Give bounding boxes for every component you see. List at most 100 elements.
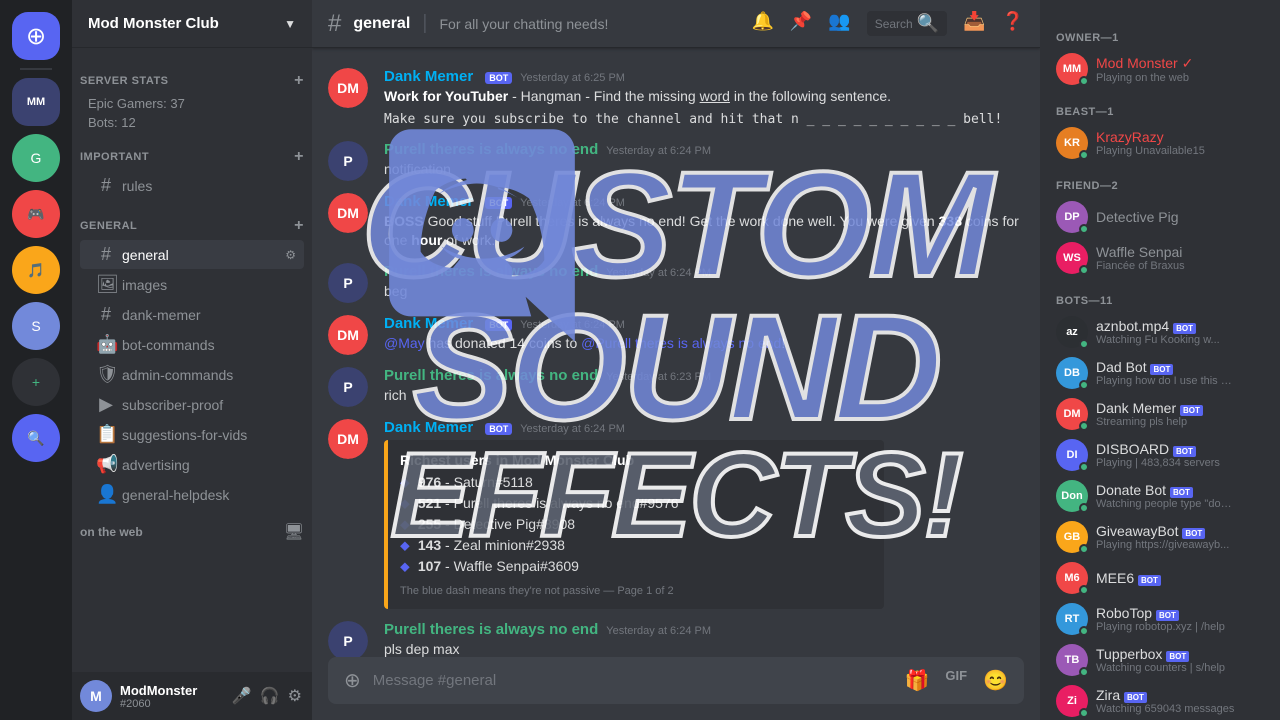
message-row: DM Dank Memer BOT Yesterday at 6:25 PM W…: [312, 64, 1040, 133]
attach-file-icon[interactable]: ⊕: [340, 657, 365, 704]
server-icon-2[interactable]: G: [12, 134, 60, 182]
member-activity: Watching 659043 messages: [1096, 703, 1236, 715]
members-sidebar: OWNER—1 MM Mod Monster ✓ Playing on the …: [1040, 0, 1280, 720]
on-the-web-section[interactable]: on the web 🖥: [72, 510, 312, 546]
member-name: Dank Memer BOT: [1096, 400, 1264, 416]
search-box[interactable]: Search 🔍: [867, 11, 947, 36]
message-avatar: P: [328, 367, 368, 407]
add-important-icon[interactable]: +: [294, 148, 304, 166]
member-detective-pig[interactable]: DP Detective Pig: [1048, 197, 1272, 237]
channel-helpdesk[interactable]: 👤 general-helpdesk: [80, 480, 304, 509]
message-header: Purell theres is always no end Yesterday…: [384, 367, 1024, 384]
message-timestamp: Yesterday at 6:25 PM: [520, 72, 625, 84]
member-name: RoboTop BOT: [1096, 605, 1264, 621]
add-channel-icon[interactable]: +: [294, 72, 304, 90]
member-avatar: KR: [1056, 127, 1088, 159]
gift-icon[interactable]: 🎁: [901, 664, 934, 697]
member-activity: Fiancée of Braxus: [1096, 260, 1236, 272]
message-input-actions: 🎁 GIF 😊: [901, 664, 1012, 697]
channel-general[interactable]: # general ⚙: [80, 240, 304, 269]
embed-item: ⬥ 143 - Zeal minion#2938: [400, 535, 872, 556]
footer-tag: #2060: [120, 698, 222, 710]
message-author: Dank Memer: [384, 68, 473, 85]
message-header: Purell theres is always no end Yesterday…: [384, 263, 1024, 280]
discord-home-button[interactable]: ⊕: [12, 12, 60, 60]
member-activity: Watching counters | s/help: [1096, 662, 1236, 674]
member-mod-monster[interactable]: MM Mod Monster ✓ Playing on the web: [1048, 49, 1272, 89]
member-tupperbox[interactable]: TB Tupperbox BOT Watching counters | s/h…: [1048, 640, 1272, 680]
bot-tag: BOT: [485, 197, 512, 209]
member-name: GiveawayBot BOT: [1096, 523, 1264, 539]
member-info: GiveawayBot BOT Playing https://giveaway…: [1096, 523, 1264, 551]
add-general-icon[interactable]: +: [294, 217, 304, 235]
server-icon-4[interactable]: 🎵: [12, 246, 60, 294]
server-icon-6[interactable]: +: [12, 358, 60, 406]
add-web-icon[interactable]: 🖥: [284, 522, 304, 542]
deafen-icon[interactable]: 🎧: [258, 684, 282, 708]
help-icon[interactable]: ❓: [1002, 11, 1024, 36]
member-mee6[interactable]: M6 MEE6 BOT: [1048, 558, 1272, 598]
embed-coins: 143 - Zeal minion#2938: [418, 537, 565, 553]
member-donate-bot[interactable]: Don Donate Bot BOT Watching people type …: [1048, 476, 1272, 516]
channel-settings-icon[interactable]: ⚙: [285, 248, 296, 262]
channel-advertising[interactable]: 📢 advertising: [80, 450, 304, 479]
server-icon-5[interactable]: S: [12, 302, 60, 350]
status-indicator: [1079, 462, 1089, 472]
hash-icon: #: [96, 175, 116, 196]
diamond-icon: ⬥: [400, 516, 410, 533]
server-icon-mod-monster[interactable]: MM: [12, 78, 60, 126]
header-actions: 🔔 📌 👥 Search 🔍 📥 ❓: [751, 11, 1024, 36]
member-zira[interactable]: Zi Zira BOT Watching 659043 messages: [1048, 681, 1272, 720]
message-content: Dank Memer BOT Yesterday at 6:25 PM Work…: [384, 68, 1024, 129]
member-avatar: DM: [1056, 398, 1088, 430]
server-icon-7[interactable]: 🔍: [12, 414, 60, 462]
avatar-circle: DM: [328, 193, 368, 233]
channel-images[interactable]: 🖼 images: [80, 270, 304, 299]
member-dad-bot[interactable]: DB Dad Bot BOT Playing how do I use this…: [1048, 353, 1272, 393]
channel-admin-commands[interactable]: 🛡 admin-commands: [80, 360, 304, 389]
message-input[interactable]: [373, 661, 893, 700]
member-name: Mod Monster ✓: [1096, 55, 1264, 72]
member-disboard[interactable]: DI DISBOARD BOT Playing | 483,834 server…: [1048, 435, 1272, 475]
settings-icon[interactable]: ⚙: [286, 684, 304, 708]
server-icon-3[interactable]: 🎮: [12, 190, 60, 238]
pin-icon[interactable]: 📌: [790, 11, 812, 36]
message-header: Dank Memer BOT Yesterday at 6:25 PM: [384, 68, 1024, 85]
message-input-box: ⊕ 🎁 GIF 😊: [328, 657, 1024, 704]
gif-icon[interactable]: GIF: [941, 664, 971, 697]
member-aznbot[interactable]: az aznbot.mp4 BOT Watching Fu Kooking w.…: [1048, 312, 1272, 352]
message-avatar: DM: [328, 193, 368, 233]
member-activity: Playing Unavailable15: [1096, 145, 1236, 157]
inbox-icon[interactable]: 📥: [963, 11, 985, 36]
member-krazy[interactable]: KR KrazyRazy Playing Unavailable15: [1048, 123, 1272, 163]
bots-stat: Bots: 12: [72, 113, 312, 132]
server-header[interactable]: Mod Monster Club ▼: [72, 0, 312, 48]
member-info: RoboTop BOT Playing robotop.xyz | /help: [1096, 605, 1264, 633]
message-row: P Purell theres is always no end Yesterd…: [312, 259, 1040, 307]
messages-area[interactable]: DM Dank Memer BOT Yesterday at 6:25 PM W…: [312, 48, 1040, 657]
member-dank-memer[interactable]: DM Dank Memer BOT Streaming pls help: [1048, 394, 1272, 434]
footer-username: ModMonster: [120, 683, 222, 698]
member-giveawaybot[interactable]: GB GiveawayBot BOT Playing https://givea…: [1048, 517, 1272, 557]
member-robotop[interactable]: RT RoboTop BOT Playing robotop.xyz | /he…: [1048, 599, 1272, 639]
member-activity: Playing how do I use this smar...: [1096, 375, 1236, 387]
channel-suggestions[interactable]: 📋 suggestions-for-vids: [80, 420, 304, 449]
channel-bot-commands[interactable]: 🤖 bot-commands: [80, 330, 304, 359]
notification-bell-icon[interactable]: 🔔: [751, 11, 773, 36]
search-placeholder: Search: [875, 17, 913, 31]
channel-sidebar: Mod Monster Club ▼ SERVER STATS + Epic G…: [72, 0, 312, 720]
embed-coins: 521 - Purell theres is always no end#957…: [418, 495, 679, 511]
message-avatar: DM: [328, 419, 368, 459]
member-list-icon[interactable]: 👥: [828, 11, 850, 36]
epic-gamers-stat: Epic Gamers: 37: [72, 94, 312, 113]
channel-rules[interactable]: # rules: [80, 171, 304, 200]
channel-dank-memer[interactable]: # dank-memer: [80, 300, 304, 329]
richest-embed: Richest users in Mod Monster Club ⬥ 976 …: [384, 440, 884, 609]
sidebar-footer: M ModMonster #2060 🎤 🎧 ⚙: [72, 672, 312, 720]
member-avatar: az: [1056, 316, 1088, 348]
member-waffle-senpai[interactable]: WS Waffle Senpai Fiancée of Braxus: [1048, 238, 1272, 278]
emoji-icon[interactable]: 😊: [979, 664, 1012, 697]
message-header: Dank Memer BOT Yesterday at 6:24 PM: [384, 419, 1024, 436]
channel-subscriber-proof[interactable]: ▶ subscriber-proof: [80, 390, 304, 419]
mute-icon[interactable]: 🎤: [230, 684, 254, 708]
